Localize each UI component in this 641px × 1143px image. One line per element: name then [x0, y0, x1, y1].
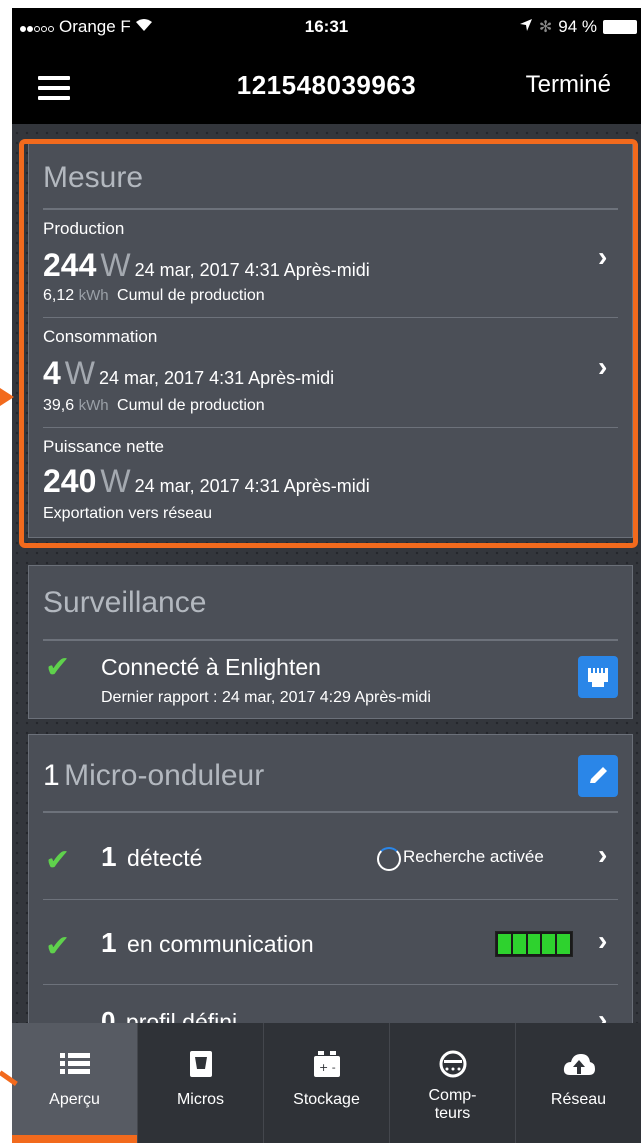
detected-count: 1	[101, 841, 117, 872]
nette-sub: Exportation vers réseau	[43, 505, 212, 522]
surveillance-title: Surveillance	[43, 586, 207, 619]
consommation-label: Consommation	[43, 327, 158, 346]
consommation-kwh-label: Cumul de production	[117, 397, 265, 414]
search-status: Recherche activée	[403, 847, 544, 866]
comm-count: 1	[101, 927, 117, 958]
tab-label: Aperçu	[49, 1091, 100, 1108]
signal-bars-icon	[495, 931, 573, 957]
production-date: 24 mar, 2017 4:31 Après-midi	[134, 260, 370, 280]
consommation-kwh-unit: kWh	[78, 397, 109, 414]
tab-stockage[interactable]: + - Stockage	[264, 1023, 390, 1143]
ethernet-icon	[588, 668, 608, 687]
edit-button[interactable]	[578, 755, 618, 797]
production-row[interactable]: Production 244 W 24 mar, 2017 4:31 Après-m…	[29, 211, 634, 315]
detected-label: détecté	[127, 845, 203, 871]
detected-row[interactable]: ✔ 1 détecté Recherche activée ›	[29, 813, 634, 893]
meter-icon	[436, 1049, 470, 1079]
chevron-right-icon[interactable]: ›	[598, 839, 607, 871]
battery-percent: 94 %	[558, 17, 597, 36]
consommation-kwh-value: 39,6	[43, 397, 75, 414]
nette-value: 240	[43, 463, 97, 499]
microinverter-icon	[184, 1049, 218, 1079]
consommation-row[interactable]: Consommation 4 W 24 mar, 2017 4:31 Après-m…	[29, 319, 634, 425]
check-icon: ✔	[45, 844, 71, 877]
nette-label: Puissance nette	[43, 437, 164, 456]
chevron-right-icon[interactable]: ›	[598, 351, 607, 383]
spinner-icon	[377, 847, 401, 871]
tab-apercu[interactable]: Aperçu	[12, 1023, 138, 1143]
ethernet-button[interactable]	[578, 656, 618, 698]
chevron-right-icon[interactable]: ›	[598, 241, 607, 273]
tab-label: Réseau	[550, 1091, 607, 1108]
production-value: 244	[43, 247, 97, 283]
production-label: Production	[43, 219, 125, 238]
consommation-value: 4	[43, 355, 61, 391]
production-kwh-value: 6,12	[43, 287, 75, 304]
mesure-title: Mesure	[43, 161, 144, 194]
production-kwh-label: Cumul de production	[117, 287, 265, 304]
nette-date: 24 mar, 2017 4:31 Après-midi	[134, 476, 370, 496]
annotation-arrow	[0, 388, 14, 406]
status-bar: Orange F 16:31 ✻ 94 %	[12, 8, 641, 44]
comm-label: en communication	[127, 931, 314, 957]
check-icon: ✔	[45, 930, 71, 963]
done-button[interactable]: Terminé	[526, 71, 611, 99]
micro-count: 1	[43, 759, 60, 792]
consommation-unit: W	[64, 355, 95, 391]
nette-row: Puissance nette 240 W 24 mar, 2017 4:31 Ap…	[29, 429, 634, 533]
tab-reseau[interactable]: Réseau	[516, 1023, 641, 1143]
mesure-card: Mesure Production 244 W 24 mar, 2017 4:31 …	[28, 140, 633, 538]
chevron-right-icon[interactable]: ›	[598, 925, 607, 957]
check-icon: ✔	[45, 651, 71, 684]
bluetooth-icon: ✻	[538, 19, 553, 36]
last-report: Dernier rapport : 24 mar, 2017 4:29 Aprè…	[101, 689, 431, 706]
cloud-upload-icon	[562, 1049, 596, 1079]
nette-unit: W	[100, 463, 131, 499]
svg-text:+ -: + -	[319, 1061, 336, 1074]
surveillance-card: Surveillance ✔ Connecté à Enlighten Dern…	[28, 565, 633, 719]
pencil-icon	[590, 767, 607, 783]
communication-row[interactable]: ✔ 1 en communication ›	[29, 901, 634, 979]
enlighten-status: Connecté à Enlighten	[101, 654, 321, 680]
app-screen: Orange F 16:31 ✻ 94 % 121548039963 Termi…	[12, 8, 641, 1143]
tab-label: Stockage	[293, 1091, 360, 1108]
tab-label: Micros	[176, 1091, 225, 1108]
tab-micros[interactable]: Micros	[138, 1023, 264, 1143]
micro-title: Micro-onduleur	[64, 759, 265, 792]
production-unit: W	[100, 247, 131, 283]
location-icon	[519, 17, 533, 37]
tab-bar: Aperçu Micros + - Stockage Comp- teurs R…	[12, 1023, 641, 1143]
production-kwh-unit: kWh	[78, 287, 109, 304]
list-icon	[58, 1049, 92, 1079]
nav-bar: 121548039963 Terminé	[12, 44, 641, 124]
micro-card: 1 Micro-onduleur ✔ 1 détecté Recherche a…	[28, 734, 633, 1064]
battery-icon	[603, 20, 637, 34]
battery-storage-icon: + -	[310, 1049, 344, 1079]
consommation-date: 24 mar, 2017 4:31 Après-midi	[99, 368, 335, 388]
tab-compteurs[interactable]: Comp- teurs	[390, 1023, 516, 1143]
tab-label: Comp- teurs	[428, 1087, 477, 1122]
